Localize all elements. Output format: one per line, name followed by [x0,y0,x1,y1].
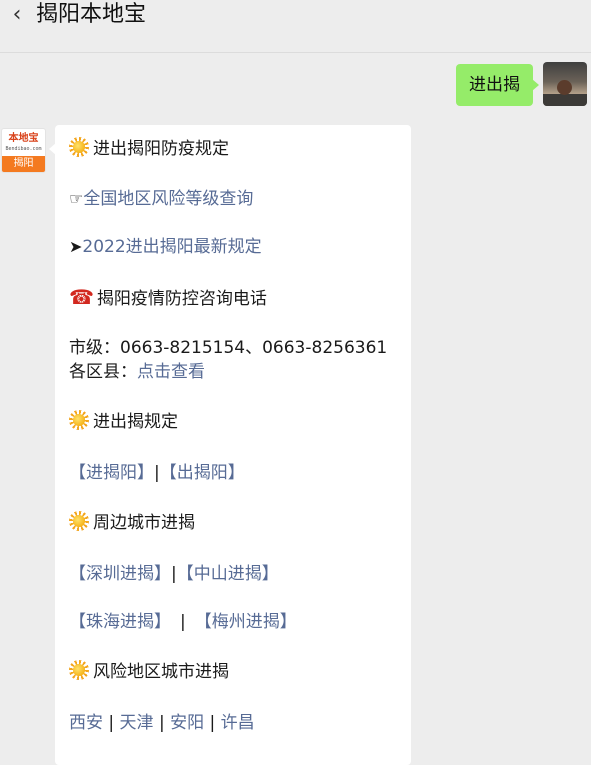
user-avatar[interactable] [543,62,587,106]
nearby-links-line-2: 【珠海进揭】 | 【梅州进揭】 [69,610,297,634]
sun-icon [69,410,89,430]
separator: | [108,713,115,733]
county-line: 各区县：点击查看 [69,360,205,384]
avatar-figure [557,80,572,95]
sun-icon [69,137,89,157]
bot-logo-text: 本地宝 [8,133,39,144]
section-nearby-heading: 周边城市进揭 [93,513,195,533]
city-level-phone: 市级：0663-8215154、0663-8256361 [69,338,388,358]
city-link-tianjin[interactable]: 天津 [120,713,154,733]
rules-heading: 进出揭阳防疫规定 [93,139,229,159]
pointing-hand-icon: ☞ [69,189,84,208]
latest-rules-line[interactable]: ➤2022进出揭阳最新规定 [69,235,262,259]
hotline-heading: 揭阳疫情防控咨询电话 [96,289,267,309]
city-link-xuchang[interactable]: 许昌 [221,713,255,733]
bot-avatar[interactable]: 本地宝 Bendibao.com 揭阳 [1,128,46,173]
telephone-icon: ☎ [69,285,94,309]
chevron-left-icon[interactable]: ‹ [6,4,28,26]
latest-rules-link[interactable]: 2022进出揭阳最新规定 [82,237,261,257]
enter-exit-line: 【进揭阳】|【出揭阳】 [69,461,245,485]
sun-icon [69,660,89,680]
page-title: 揭阳本地宝 [36,2,147,27]
section-rules-heading: 进出揭规定 [93,412,178,432]
exit-jieyang-link[interactable]: 【出揭阳】 [160,463,245,483]
risk-query-link[interactable]: 全国地区风险等级查询 [83,189,253,209]
section-risk-line: 风险地区城市进揭 [69,660,229,684]
bot-message-bubble: 进出揭阳防疫规定 ☞全国地区风险等级查询 ➤2022进出揭阳最新规定 ☎ 揭阳疫情… [49,125,411,765]
meizhou-link[interactable]: 【梅州进揭】 [195,612,297,632]
sun-icon [69,511,89,531]
county-prefix: 各区县： [69,362,137,382]
bot-logo-sub: Bendibao.com [5,146,42,152]
section-rules-line: 进出揭规定 [69,410,178,434]
risk-cities-line: 西安 | 天津 | 安阳 | 许昌 [69,711,255,735]
section-risk-heading: 风险地区城市进揭 [93,662,229,682]
risk-query-line[interactable]: ☞全国地区风险等级查询 [69,187,253,211]
avatar-background [543,94,587,106]
user-message-bubble[interactable]: 进出揭 [456,64,539,106]
zhuhai-link[interactable]: 【珠海进揭】 [69,612,171,632]
hotline-heading-line: ☎ 揭阳疫情防控咨询电话 [69,285,267,311]
arrow-right-icon: ➤ [69,237,83,256]
city-link-anyang[interactable]: 安阳 [170,713,204,733]
city-link-xian[interactable]: 西安 [69,713,103,733]
enter-jieyang-link[interactable]: 【进揭阳】 [69,463,154,483]
rules-heading-line: 进出揭阳防疫规定 [69,137,229,161]
separator: | [180,612,186,632]
shenzhen-link[interactable]: 【深圳进揭】 [69,564,171,584]
county-link[interactable]: 点击查看 [137,362,205,382]
separator: | [209,713,216,733]
section-nearby-line: 周边城市进揭 [69,511,195,535]
zhongshan-link[interactable]: 【中山进揭】 [177,564,279,584]
nearby-links-line-1: 【深圳进揭】|【中山进揭】 [69,562,279,586]
separator: | [158,713,165,733]
bot-logo-city: 揭阳 [2,156,45,172]
title-bar: ‹ 揭阳本地宝 [0,0,591,53]
